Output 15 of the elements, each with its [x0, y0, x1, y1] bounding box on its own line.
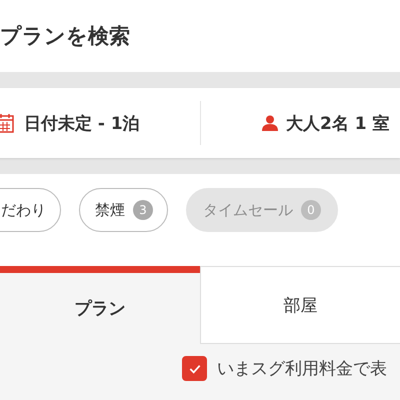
count-badge: 3: [133, 200, 153, 220]
count-badge: 0: [301, 200, 321, 220]
checkbox-label[interactable]: いまスグ利用料金で表: [217, 357, 387, 380]
checkbox[interactable]: [182, 356, 207, 381]
calendar-icon: [0, 113, 14, 133]
tab[interactable]: 部屋: [200, 266, 400, 344]
filter-chip[interactable]: 禁煙 3: [79, 188, 168, 232]
page-title: プランを検索: [0, 23, 130, 50]
date-selector[interactable]: 日付未定 - 1泊: [0, 88, 200, 158]
tab[interactable]: プラン: [0, 266, 200, 344]
person-icon: [262, 115, 278, 131]
date-text: 日付未定 - 1泊: [24, 112, 140, 134]
guest-text: 大人2名 1 室: [286, 112, 390, 134]
guest-selector[interactable]: 大人2名 1 室: [201, 88, 400, 158]
filter-chip[interactable]: だわり: [0, 188, 61, 232]
